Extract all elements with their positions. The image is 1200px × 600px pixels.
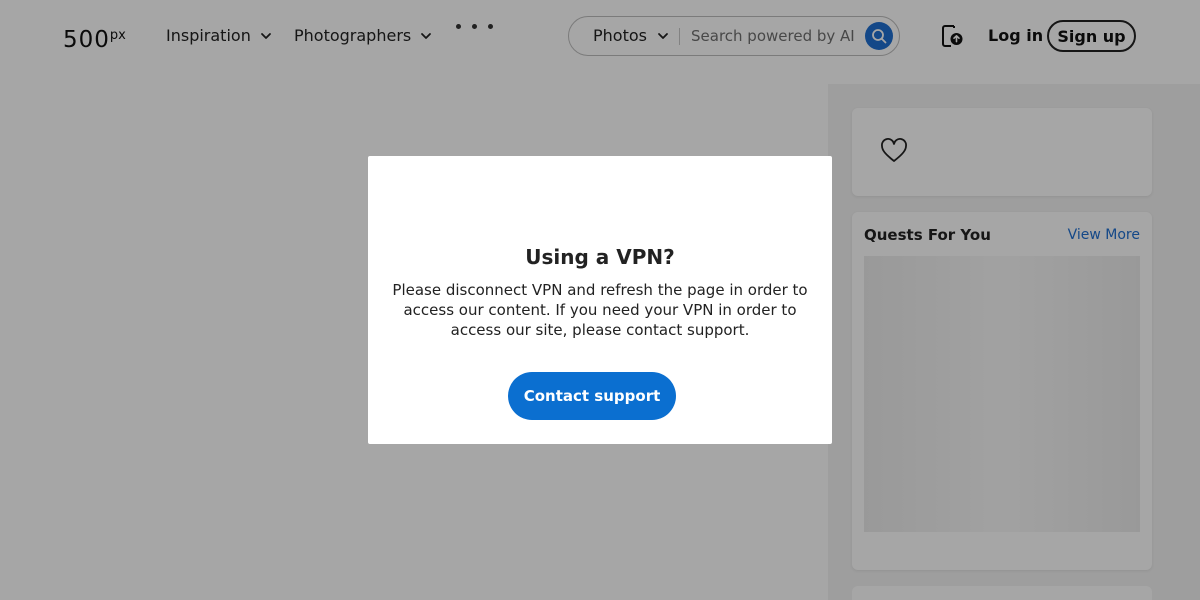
vpn-modal: Using a VPN? Please disconnect VPN and r…	[368, 156, 832, 444]
modal-body: Please disconnect VPN and refresh the pa…	[392, 281, 808, 339]
modal-title: Using a VPN?	[525, 245, 675, 269]
contact-support-button[interactable]: Contact support	[508, 372, 676, 420]
